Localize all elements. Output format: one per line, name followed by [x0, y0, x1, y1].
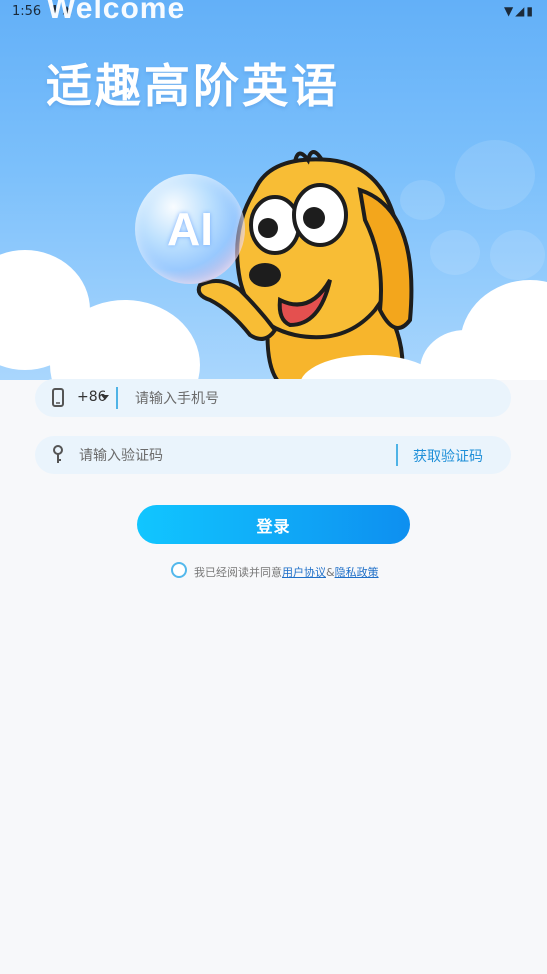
- phone-icon: [52, 388, 64, 407]
- signal-battery-icons: ▼◢▮: [503, 4, 535, 18]
- phone-input[interactable]: [133, 379, 497, 419]
- key-icon: [53, 445, 63, 463]
- verification-code-field: 获取验证码: [35, 436, 511, 476]
- field-divider: [396, 444, 398, 466]
- field-divider: [116, 387, 118, 409]
- paw-print-decoration: [490, 230, 545, 280]
- privacy-policy-link[interactable]: 隐私政策: [335, 566, 379, 579]
- verification-code-input[interactable]: [77, 436, 391, 476]
- agreement-separator: &: [326, 566, 335, 579]
- welcome-text: Welcome: [47, 0, 186, 25]
- paw-print-decoration: [455, 140, 535, 210]
- chevron-down-icon[interactable]: [101, 395, 109, 400]
- phone-field: +86: [35, 379, 511, 419]
- hero-banner: 1:56 ⬇ ▲ ▼◢▮ Welcome 适趣高阶英语 AI: [0, 0, 547, 380]
- login-button[interactable]: 登录: [137, 505, 410, 544]
- ai-bubble: AI: [135, 174, 245, 284]
- ai-bubble-label: AI: [167, 203, 213, 255]
- user-agreement-link[interactable]: 用户协议: [282, 566, 326, 579]
- agreement-radio[interactable]: [171, 562, 187, 578]
- status-time: 1:56: [12, 4, 42, 19]
- agreement-prefix: 我已经阅读并同意: [194, 566, 282, 579]
- app-title: 适趣高阶英语: [46, 59, 340, 113]
- agreement-text: 我已经阅读并同意用户协议&隐私政策: [194, 564, 379, 580]
- get-code-button[interactable]: 获取验证码: [413, 446, 483, 466]
